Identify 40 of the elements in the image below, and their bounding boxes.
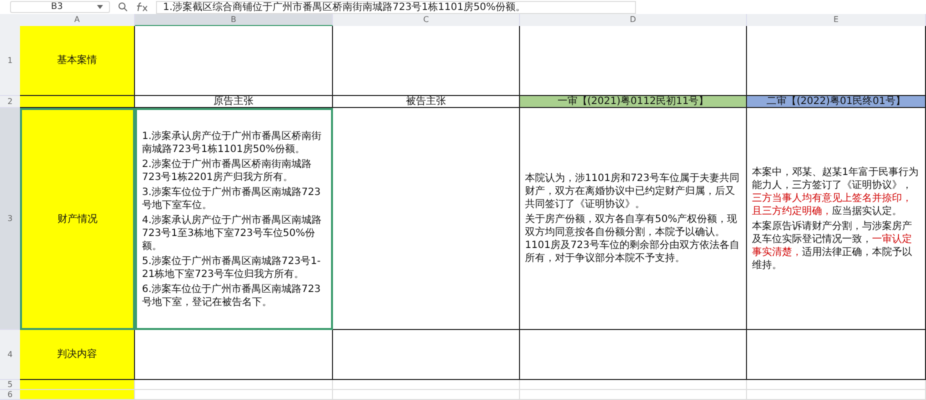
cell-paragraph: 关于房产份额，双方各自享有50%产权份额，现双方均同意按各自份额分割，本院予以确认。1101房及723号车位的剩余部分由双方依法各自所有，对于争议部分本院不予支持。: [525, 213, 741, 265]
table-cell[interactable]: [135, 26, 333, 96]
cell-paragraph: 本案中，邓某、赵某1年富于民事行为能力人，三方签订了《证明协议》， 三方当事人均有意见上签名并捺印，且三方约定明确，应当据实认定。: [752, 166, 920, 218]
function-icon[interactable]: [136, 2, 148, 12]
formula-field[interactable]: 1.涉案截区综合商铺位于广州市番禺区桥南街南城路723号1栋1101房50%份额。: [156, 0, 636, 14]
cell-paragraph: 4.涉案承认房产位于广州市番禺区南城路723号1至3栋地下室723号车位50%份额。: [142, 214, 323, 252]
cell-paragraph: 5.涉案位于广州市番禺区南城路723号1-21栋地下室723号车位归我方所有。: [142, 254, 322, 280]
table-cell[interactable]: [20, 96, 135, 108]
table-cell[interactable]: 判决内容: [20, 330, 135, 380]
cell-paragraph: 本案原告诉请财产分割，与涉案房产及车位实际登记情况一致，一审认定事实清楚，适用法律正确，本院予以维持。: [752, 220, 913, 272]
row-header[interactable]: 2: [0, 96, 20, 108]
cell-paragraph: 3.涉案车位位于广州市番禺区南城路723号地下室车位。: [142, 186, 322, 212]
table-cell[interactable]: [135, 330, 333, 380]
name-box[interactable]: B3: [10, 1, 110, 13]
cell-paragraph: 1.涉案承认房产位于广州市番禺区桥南街南城路723号1栋1101房50%份额。: [142, 130, 323, 156]
row-header[interactable]: 5: [0, 380, 20, 390]
cell-paragraph: 本院认为，涉1101房和723号车位属于夫妻共同财产，双方在离婚协议中已约定财产归属，后又共同签订了《证明协议》。: [525, 172, 741, 211]
table-cell[interactable]: [135, 108, 333, 330]
row-header[interactable]: 1: [0, 26, 20, 96]
table-cell[interactable]: 基本案情: [20, 26, 135, 96]
table-cell[interactable]: 本院认为，涉1101房和723号车位属于夫妻共同财产，双方在离婚协议中已约定财产归属，后又共同签订了《证明协议》。 关于房产份额，双方各自享有50%产权份额，现双方均同意按各自份额分割，本院予以确认。1101房及723号车位的剩余部分由双方依法各自所有，对于争议部分本院不予支持。: [520, 108, 747, 330]
table-cell[interactable]: [333, 26, 520, 96]
row-header[interactable]: 3: [0, 108, 20, 330]
search-icon[interactable]: [118, 2, 128, 12]
table-cell[interactable]: [520, 330, 747, 380]
cell-paragraph: 2.涉案位于广州市番禺区桥南街南城路723号1栋2201房产归我方所有。: [142, 158, 313, 184]
caret-icon: [97, 5, 103, 9]
table-cell[interactable]: 本案中，邓某、赵某1年富于民事行为能力人，三方签订了《证明协议》， 三方当事人均有意见上签名并捺印，且三方约定明确，应当据实认定。 本案原告诉请财产分割，与涉案房产及车位实际登记情况一致，一审认定事实清楚，适用法律正确，本院予以维持。: [747, 108, 926, 330]
column-header[interactable]: D: [520, 14, 747, 26]
column-header[interactable]: B: [135, 14, 333, 26]
row-header[interactable]: 4: [0, 330, 20, 380]
table-cell[interactable]: [333, 330, 520, 380]
table-cell[interactable]: [333, 108, 520, 330]
row-header[interactable]: 6: [0, 390, 20, 400]
column-header[interactable]: C: [333, 14, 520, 26]
column-header[interactable]: E: [747, 14, 926, 26]
column-header[interactable]: A: [20, 14, 135, 26]
table-cell[interactable]: [747, 330, 926, 380]
table-cell[interactable]: 财产情况: [20, 108, 135, 330]
cell-paragraph: 6.涉案车位位于广州市番禺区南城路723号地下室，登记在被告名下。: [142, 282, 322, 308]
